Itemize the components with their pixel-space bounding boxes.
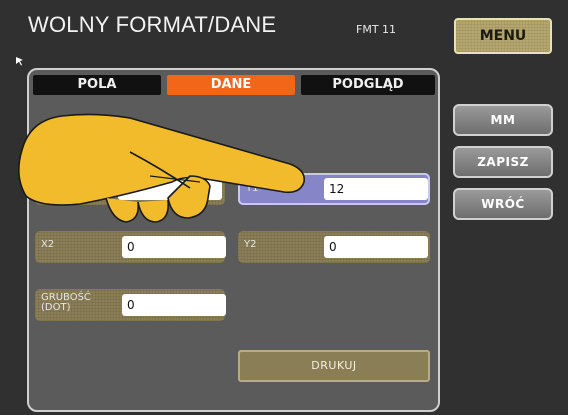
x1-label: X1	[41, 181, 55, 192]
thickness-label-line2: (DOT)	[41, 302, 71, 313]
mm-button[interactable]: MM	[453, 104, 553, 136]
x2-label: X2	[41, 239, 55, 250]
format-code-label: FMT 11	[356, 23, 397, 36]
save-button[interactable]: ZAPISZ	[453, 146, 553, 178]
data-panel: POLA DANE PODGLĄD RAMKA 1 X1 57 Y1 12 X2…	[27, 68, 440, 412]
menu-button[interactable]: MENU	[454, 18, 552, 54]
tab-pola[interactable]: POLA	[33, 75, 161, 95]
thickness-input[interactable]: 0	[122, 294, 226, 316]
tab-dane[interactable]: DANE	[167, 75, 295, 95]
x1-input[interactable]: 57	[118, 178, 222, 200]
y2-input[interactable]: 0	[324, 236, 428, 258]
x2-input[interactable]: 0	[122, 236, 226, 258]
x2-field[interactable]: X2 0	[35, 231, 226, 263]
back-button[interactable]: WRÓĆ	[453, 188, 553, 220]
tab-podglad[interactable]: PODGLĄD	[301, 75, 435, 95]
print-button[interactable]: DRUKUJ	[238, 350, 430, 382]
section-title: RAMKA 1	[37, 122, 123, 143]
cursor-arrow-icon	[16, 57, 23, 66]
y2-label: Y2	[244, 239, 257, 250]
y1-field[interactable]: Y1 12	[238, 173, 430, 205]
thickness-label: GRUBOŚĆ (DOT)	[41, 293, 91, 313]
x1-field[interactable]: X1 57	[35, 173, 225, 205]
thickness-field[interactable]: GRUBOŚĆ (DOT) 0	[35, 289, 226, 321]
page-title: WOLNY FORMAT/DANE	[28, 12, 277, 37]
y1-input[interactable]: 12	[324, 178, 428, 200]
y1-label: Y1	[246, 183, 259, 194]
y2-field[interactable]: Y2 0	[238, 231, 430, 263]
